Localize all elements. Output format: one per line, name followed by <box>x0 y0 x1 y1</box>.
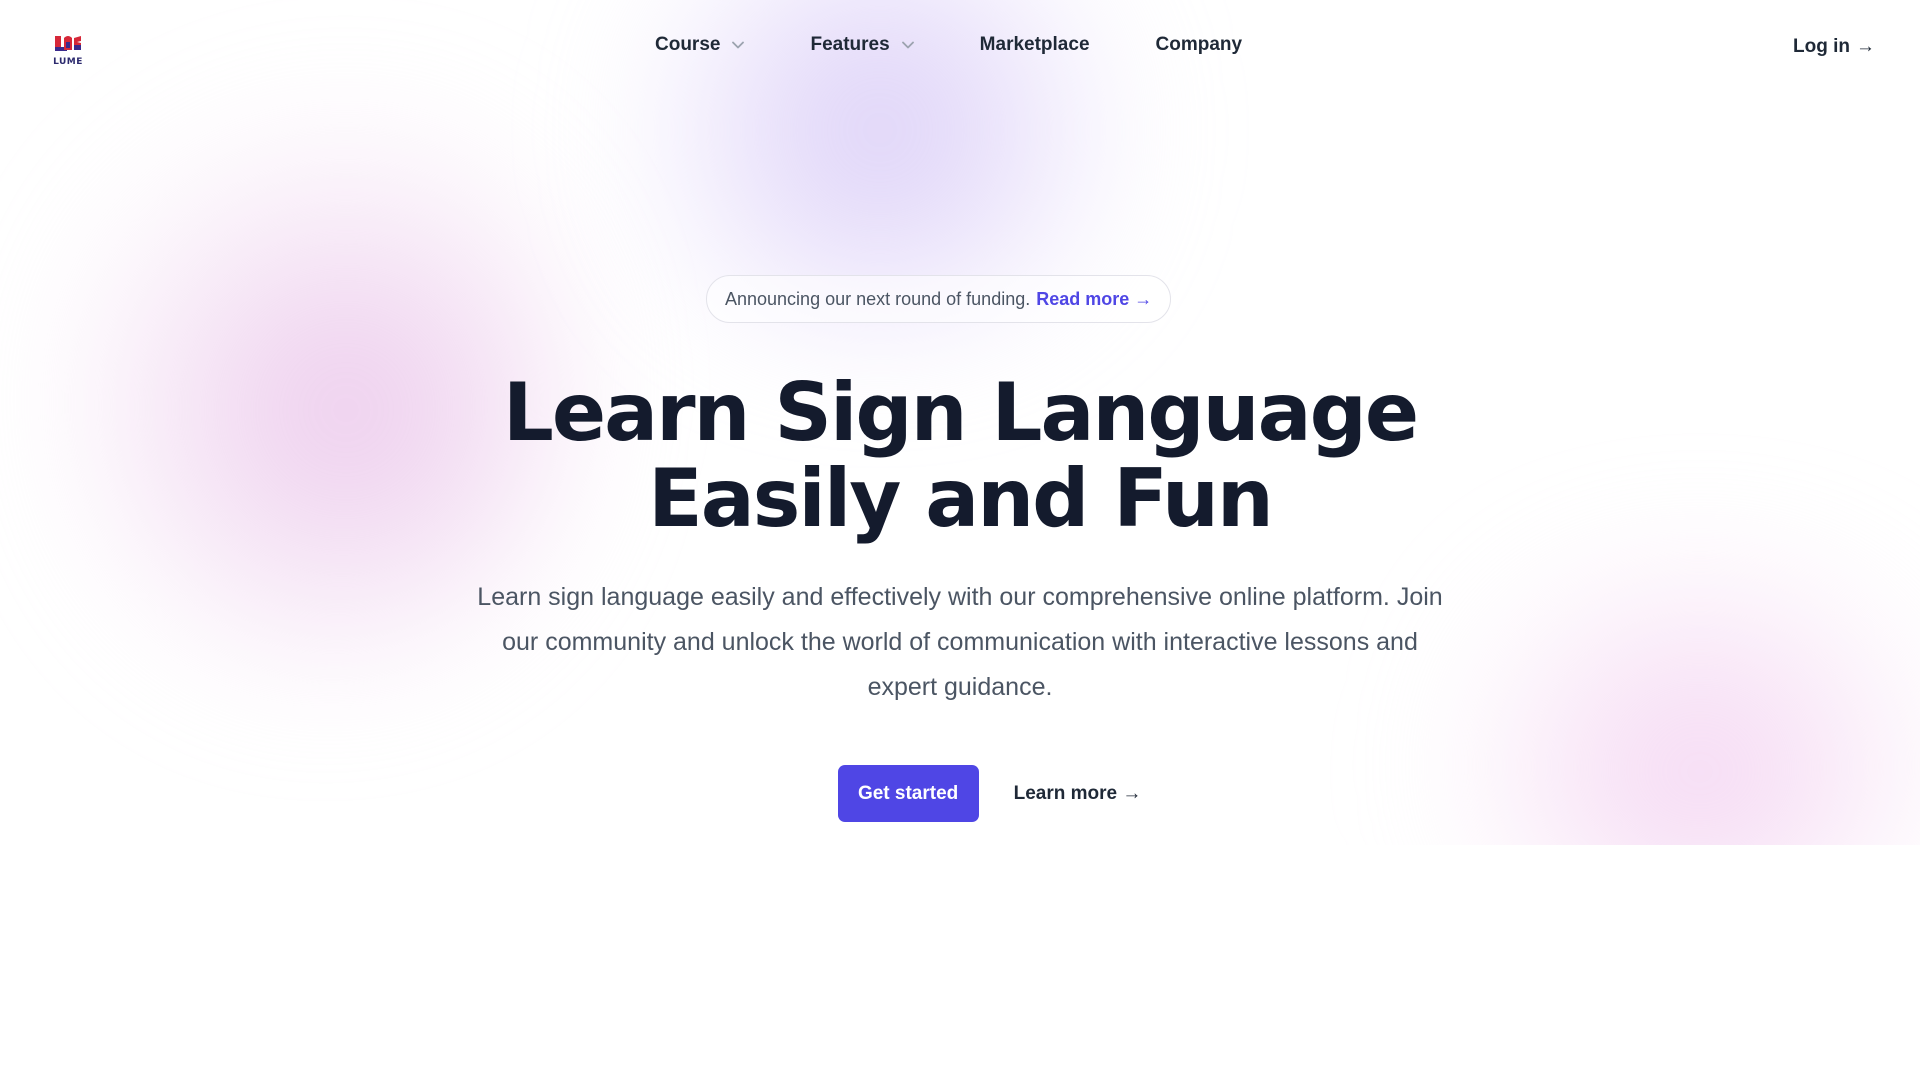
nav-item-marketplace[interactable]: Marketplace <box>980 34 1090 56</box>
page-bottom-area <box>0 845 1920 1080</box>
nav-item-label: Company <box>1155 34 1243 55</box>
main-nav: Course Features Marketplace Company <box>655 34 1242 56</box>
learn-more-link[interactable]: Learn more → <box>1014 783 1142 805</box>
logo-wordmark: LUME <box>53 56 83 67</box>
brand-logo[interactable]: LUME <box>48 30 88 70</box>
nav-item-company[interactable]: Company <box>1156 34 1243 56</box>
read-more-link[interactable]: Read more → <box>1036 289 1152 310</box>
site-header: LUME Course Features Marketplace Company <box>0 0 1920 96</box>
landing-page: LUME Course Features Marketplace Company <box>0 0 1920 1080</box>
nav-item-features[interactable]: Features <box>810 34 914 56</box>
announcement-pill: Announcing our next round of funding. Re… <box>706 275 1172 323</box>
hero-cta-group: Get started Learn more → <box>0 765 1920 822</box>
logo-mark-icon <box>55 35 81 51</box>
announcement-text: Announcing our next round of funding. <box>725 288 1031 309</box>
hero-headline: Learn Sign Language Easily and Fun <box>0 370 1920 542</box>
hero-headline-line-2: Easily and Fun <box>648 452 1274 545</box>
login-label: Log in <box>1793 36 1850 57</box>
nav-item-label: Course <box>655 34 721 55</box>
arrow-right-icon: → <box>1856 36 1875 57</box>
nav-item-label: Marketplace <box>979 34 1090 55</box>
chevron-down-icon <box>901 41 914 49</box>
hero-subtitle: Learn sign language easily and effective… <box>477 583 1443 701</box>
nav-item-course[interactable]: Course <box>655 34 745 56</box>
nav-item-label: Features <box>810 34 890 55</box>
hero-headline-line-1: Learn Sign Language <box>502 366 1419 459</box>
get-started-button[interactable]: Get started <box>837 765 979 822</box>
chevron-down-icon <box>732 41 745 49</box>
login-link[interactable]: Log in → <box>1793 36 1875 58</box>
